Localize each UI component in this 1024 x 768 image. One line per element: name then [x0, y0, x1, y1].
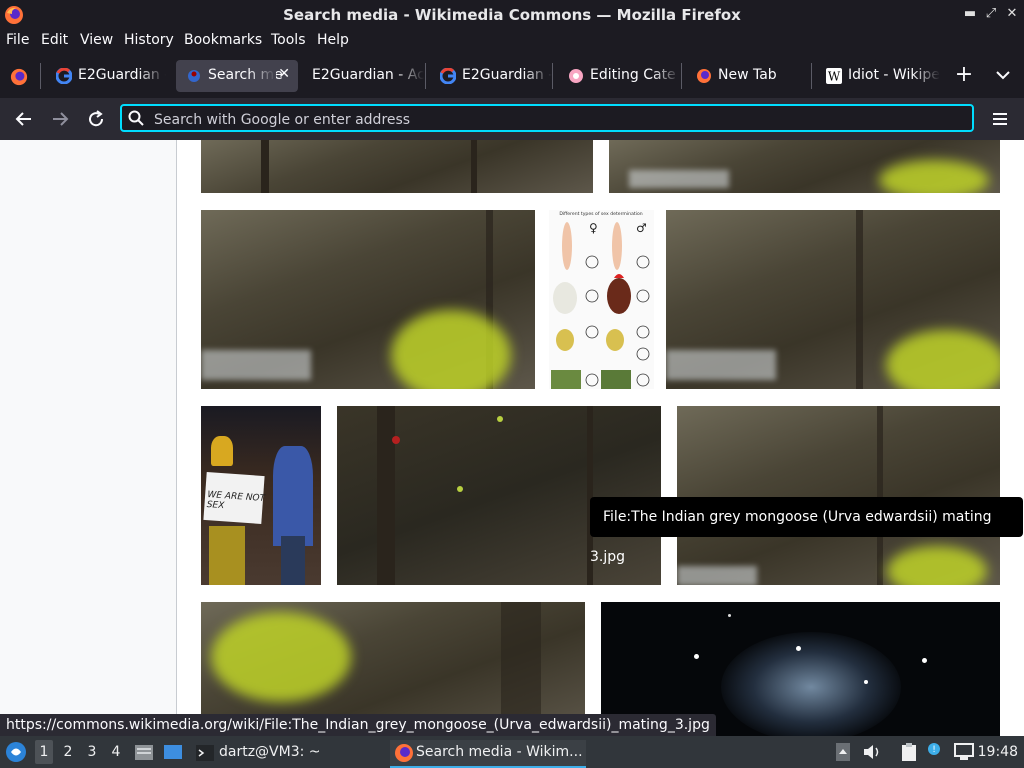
terminal-icon — [196, 745, 214, 761]
gallery-image[interactable] — [201, 140, 593, 193]
google-icon — [440, 68, 456, 84]
firefox-icon — [395, 744, 413, 762]
image-tooltip: File:The Indian grey mongoose (Urva edwa… — [590, 497, 1023, 565]
gallery-image[interactable] — [201, 210, 535, 389]
svg-text:♂: ♂ — [636, 221, 647, 235]
tab-e2guardian-3[interactable]: E2Guardian - — [430, 60, 552, 92]
gallery-image-protest[interactable]: WE ARE NOT SEX — [201, 406, 321, 585]
url-bar[interactable] — [120, 104, 974, 132]
page-content: Different types of sex determination ♀ ♂ — [0, 140, 1024, 736]
firefox-view-icon[interactable] — [10, 68, 28, 86]
protest-sign-text: WE ARE NOT SEX — [206, 490, 266, 512]
taskbar-task-firefox[interactable]: Search media - Wikim... — [390, 740, 586, 768]
status-link-preview: https://commons.wikimedia.org/wiki/File:… — [0, 714, 716, 736]
tab-label: New Tab — [718, 67, 777, 83]
wikipedia-icon: W — [826, 68, 842, 84]
wiki-sidebar — [0, 140, 177, 736]
firefox-icon — [697, 69, 711, 83]
workspace-4[interactable]: 4 — [107, 744, 125, 760]
close-icon[interactable]: ✕ — [1004, 6, 1020, 22]
navigation-toolbar — [0, 98, 1024, 140]
back-icon[interactable] — [12, 107, 36, 131]
list-all-tabs-icon[interactable] — [996, 70, 1010, 80]
menu-history[interactable]: History — [124, 32, 174, 48]
forward-icon[interactable] — [48, 107, 72, 131]
tab-new-tab[interactable]: New Tab — [686, 60, 810, 92]
workspace-2[interactable]: 2 — [59, 744, 77, 760]
clipboard-icon[interactable] — [900, 742, 918, 762]
menu-help[interactable]: Help — [317, 32, 349, 48]
reload-icon[interactable] — [84, 107, 108, 131]
tab-search-media[interactable]: Search me ✕ — [176, 60, 298, 92]
wiki-edit-icon — [569, 69, 583, 83]
svg-text:W: W — [828, 70, 841, 84]
start-menu-icon[interactable] — [5, 741, 27, 763]
restore-icon[interactable]: ⤢ — [983, 6, 999, 22]
sex-determination-diagram: Different types of sex determination ♀ ♂ — [551, 211, 650, 389]
terminal-task-label: dartz@VM3: ~ — [219, 744, 321, 760]
tab-idiot-wikipedia[interactable]: W Idiot - Wikipe — [816, 60, 940, 92]
firefox-task-label: Search media - Wikim... — [416, 744, 583, 760]
taskbar: 1 2 3 4 dartz@VM3: ~ Search media - Wiki… — [0, 736, 1024, 768]
volume-icon[interactable] — [862, 743, 882, 761]
wikimedia-icon — [188, 70, 200, 82]
gallery-image[interactable] — [666, 210, 1000, 389]
new-tab-button[interactable]: + — [953, 64, 975, 86]
menu-bar: File Edit View History Bookmarks Tools H… — [0, 30, 1024, 54]
tab-strip: E2Guardian - Search me ✕ E2Guardian - Ac… — [0, 54, 1024, 98]
minimize-icon[interactable]: ▬ — [962, 6, 978, 22]
address-input[interactable] — [152, 108, 956, 132]
workspace-1[interactable]: 1 — [35, 740, 53, 764]
taskbar-task-terminal[interactable]: dartz@VM3: ~ — [193, 740, 383, 766]
menu-file[interactable]: File — [6, 32, 29, 48]
diagram-heading: Different types of sex determination — [559, 211, 642, 217]
notifications-icon[interactable]: ! — [924, 741, 944, 761]
menu-edit[interactable]: Edit — [41, 32, 68, 48]
network-icon[interactable] — [954, 743, 974, 761]
menu-view[interactable]: View — [80, 32, 113, 48]
menu-tools[interactable]: Tools — [271, 32, 306, 48]
close-tab-icon[interactable]: ✕ — [278, 66, 290, 82]
window-titlebar: Search media - Wikimedia Commons — Mozil… — [0, 0, 1024, 30]
tab-e2guardian-2[interactable]: E2Guardian - Ac — [302, 60, 424, 92]
app-menu-icon[interactable] — [988, 107, 1012, 131]
workspace-3[interactable]: 3 — [83, 744, 101, 760]
tray-arrow-icon[interactable] — [836, 743, 850, 761]
gallery-image-mongoose-mating-3[interactable] — [677, 406, 1000, 585]
clock: 19:48 — [977, 744, 1018, 760]
gallery-image-sex-determination-diagram[interactable]: Different types of sex determination ♀ ♂ — [549, 210, 654, 389]
gallery-image[interactable] — [609, 140, 1000, 193]
window-title: Search media - Wikimedia Commons — Mozil… — [283, 6, 741, 24]
tab-editing-category[interactable]: Editing Cate — [558, 60, 680, 92]
svg-text:♀: ♀ — [589, 221, 598, 235]
show-desktop-icon[interactable] — [163, 742, 183, 762]
file-manager-icon[interactable] — [134, 742, 154, 762]
svg-text:!: ! — [932, 745, 936, 755]
google-icon — [56, 68, 72, 84]
tab-e2guardian-1[interactable]: E2Guardian - — [46, 60, 166, 92]
menu-bookmarks[interactable]: Bookmarks — [184, 32, 262, 48]
search-icon — [128, 110, 144, 126]
